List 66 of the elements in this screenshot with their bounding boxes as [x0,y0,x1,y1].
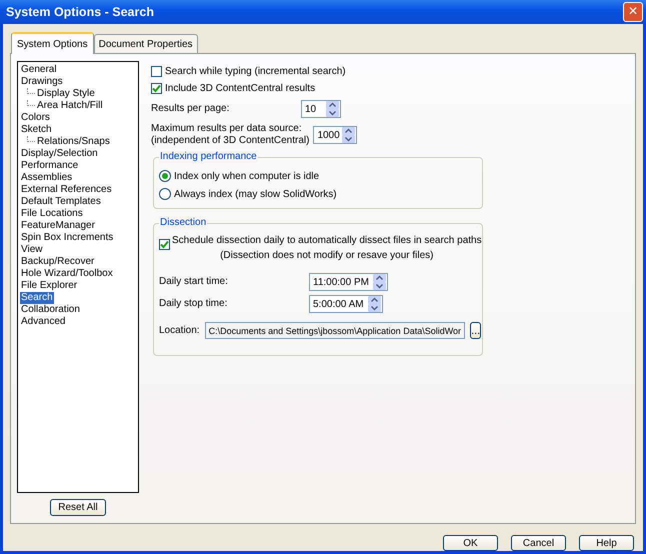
checkbox-label: Schedule dissection daily to automatically dissect files in search paths [172,234,482,248]
spin-down-icon[interactable] [342,135,355,143]
checkbox[interactable] [151,66,162,76]
location-field[interactable]: C:\Documents and Settings\jbossom\Application Data\SolidWor [204,322,466,339]
tree-item[interactable]: Relations/Snaps [36,136,111,148]
location-label: Location: [159,324,200,338]
radio-label: Index only when computer is idle [174,170,320,184]
spin-box[interactable]: 5:00:00 AM [309,295,383,313]
tree-item[interactable]: Advanced [20,316,66,328]
tree-item[interactable]: Display/Selection [20,148,99,160]
dialog-button[interactable]: OK [443,535,498,551]
tab[interactable]: Document Properties [94,34,198,53]
spin-value: 5:00:00 AM [313,298,365,312]
tree-item[interactable]: File Locations [20,208,84,220]
spin-down-icon[interactable] [372,282,386,290]
tab[interactable]: System Options [11,32,94,54]
note-text: (Dissection does not modify or resave your files) [220,249,434,263]
tree-item[interactable]: Sketch [20,124,53,136]
reset-all-button[interactable]: Reset All [50,499,106,516]
tree-item[interactable]: General [20,64,58,76]
tree-item[interactable]: Backup/Recover [20,256,96,268]
checkbox[interactable] [151,82,162,94]
group-title: Indexing performance [159,151,258,163]
checkbox-label: Search while typing (incremental search) [165,64,346,78]
tree-item[interactable]: Spin Box Increments [20,232,114,244]
time-label: Daily start time: [159,276,229,288]
tree-item[interactable]: Area Hatch/Fill [36,100,104,112]
spin-up-icon[interactable] [368,296,381,304]
tree-item[interactable]: View [20,244,44,256]
tree-item[interactable]: Search [20,292,54,304]
browse-button[interactable]: ... [470,322,482,339]
tree-item[interactable]: FeatureManager [20,220,96,232]
spin-label: Maximum results per data source: (independent of 3D ContentCentral) [151,123,310,147]
checkbox[interactable] [159,239,170,250]
close-button[interactable]: × [623,2,643,22]
tree-item[interactable]: Performance [20,160,80,172]
radio-button[interactable] [159,170,171,182]
spin-value: 11:00:00 PM [313,276,370,290]
spin-value: 10 [305,102,318,116]
tree-item[interactable]: File Explorer [20,280,78,292]
tree-item[interactable]: Collaboration [20,304,81,316]
checkbox-label: Include 3D ContentCentral results [165,82,316,96]
spin-down-icon[interactable] [368,304,381,312]
spin-value: 1000 [317,128,340,142]
tree-item[interactable]: Assemblies [20,172,74,184]
tree-item[interactable]: External References [20,184,113,196]
tree-item[interactable]: Drawings [20,76,64,88]
radio-button[interactable] [159,188,171,200]
tree-item[interactable]: Hole Wizard/Toolbox [20,268,114,280]
spin-up-icon[interactable] [326,101,339,109]
dialog-button[interactable]: Help [579,535,634,551]
spin-label: Results per page: [151,103,230,115]
spin-up-icon[interactable] [372,274,386,282]
dialog-button[interactable]: Cancel [511,535,566,551]
time-label: Daily stop time: [159,298,228,310]
spin-box[interactable]: 10 [301,100,341,118]
spin-down-icon[interactable] [326,109,339,117]
window-title: System Options - Search [6,4,154,21]
group-title: Dissection [159,217,208,229]
radio-label: Always index (may slow SolidWorks) [174,188,337,202]
tree-item[interactable]: Colors [20,112,51,124]
spin-box[interactable]: 11:00:00 PM [309,273,388,291]
spin-box[interactable]: 1000 [313,126,357,144]
tree-item[interactable]: Display Style [36,88,96,100]
spin-up-icon[interactable] [342,127,355,135]
tree-item[interactable]: Default Templates [20,196,102,208]
